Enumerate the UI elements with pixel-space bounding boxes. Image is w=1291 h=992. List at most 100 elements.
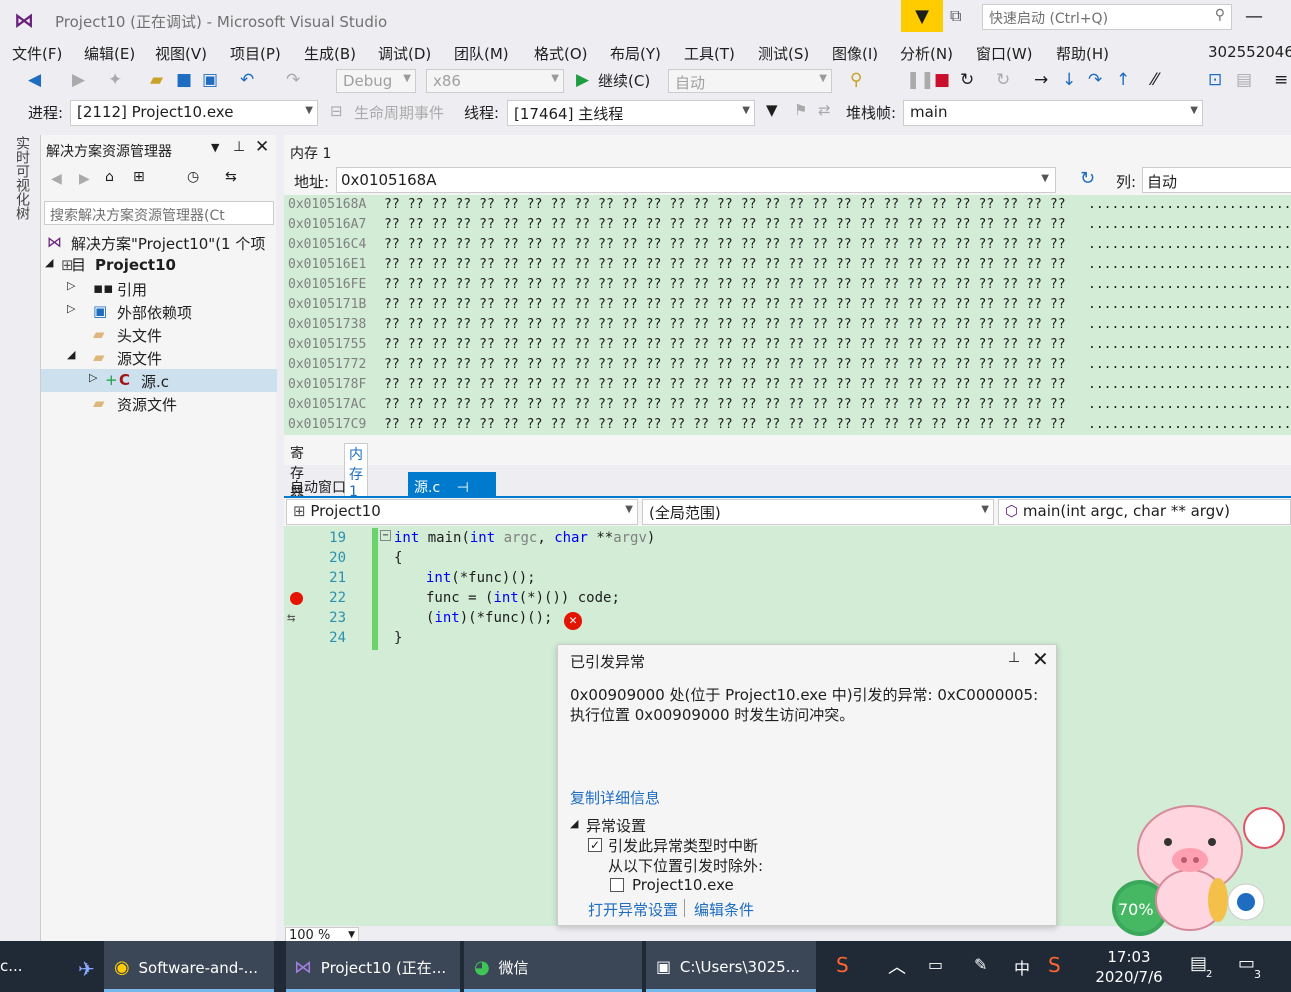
menu-layout[interactable]: 布局(Y) xyxy=(610,43,661,64)
taskbar-wechat[interactable]: ◕ 微信 xyxy=(464,941,642,992)
tree-item-source-c[interactable]: ▷ + C 源.c xyxy=(41,369,277,392)
open-exception-settings-link[interactable]: 打开异常设置 xyxy=(588,899,678,920)
menu-tools[interactable]: 工具(T) xyxy=(684,43,735,64)
back-icon[interactable]: ◀ xyxy=(51,171,62,187)
overflow-icon[interactable]: ≡ xyxy=(1274,70,1288,90)
thread-dropdown[interactable]: [17464] 主线程 ▼ xyxy=(507,100,755,126)
memory-row[interactable]: 0x01051772 ?? ?? ?? ?? ?? ?? ?? ?? ?? ?? … xyxy=(284,355,1291,375)
toggle-icon[interactable]: ⇄ xyxy=(818,101,831,119)
menu-window[interactable]: 窗口(W) xyxy=(976,43,1033,64)
columns-dropdown[interactable]: 自动 xyxy=(1142,167,1291,193)
memory-row[interactable]: 0x0105178F ?? ?? ?? ?? ?? ?? ?? ?? ?? ?? … xyxy=(284,375,1291,395)
tree-item-references[interactable]: ▷ ▪▪ 引用 xyxy=(41,277,277,300)
menu-help[interactable]: 帮助(H) xyxy=(1056,43,1109,64)
threads-icon[interactable]: ▤ xyxy=(1236,70,1252,90)
menu-test[interactable]: 测试(S) xyxy=(758,43,809,64)
pin-icon[interactable]: ⊥ xyxy=(233,139,245,155)
expand-icon[interactable]: ▷ xyxy=(67,279,75,292)
sogou-icon[interactable]: Ѕ xyxy=(836,941,849,992)
tree-item-solution[interactable]: ⋈ 解决方案"Project10"(1 个项目 xyxy=(41,231,277,274)
memory-row[interactable]: 0x01051738 ?? ?? ?? ?? ?? ?? ?? ?? ?? ?? … xyxy=(284,315,1291,335)
tab-source-c[interactable]: 源.c ⊣ ✕ xyxy=(408,472,496,513)
menu-format[interactable]: 格式(O) xyxy=(534,43,588,64)
find-icon[interactable]: ⚲ xyxy=(850,70,862,90)
stop-icon[interactable]: ■ xyxy=(934,70,950,90)
memory-row[interactable]: 0x010516E1 ?? ?? ?? ?? ?? ?? ?? ?? ?? ?? … xyxy=(284,255,1291,275)
collapse-icon[interactable]: ◢ xyxy=(45,256,53,269)
expand-icon[interactable]: ▷ xyxy=(89,371,97,384)
continue-button[interactable]: 继续(C) xyxy=(598,70,650,91)
taskbar-chrome[interactable]: ◉ Software-and-... xyxy=(104,941,274,992)
message-icon[interactable]: ▤ xyxy=(1190,941,1207,992)
configuration-dropdown[interactable]: Debug ▼ xyxy=(336,69,416,93)
tree-item-header-files[interactable]: ▰ 头文件 xyxy=(41,323,277,346)
memory-row[interactable]: 0x010517AC ?? ?? ?? ?? ?? ?? ?? ?? ?? ?? … xyxy=(284,395,1291,415)
memory-row[interactable]: 0x01051755 ?? ?? ?? ?? ?? ?? ?? ?? ?? ?? … xyxy=(284,335,1291,355)
editor-gutter[interactable]: ⇆ 19 20 21 22 23 24 xyxy=(284,526,372,926)
address-input[interactable]: 0x0105168A ▼ xyxy=(336,167,1056,193)
feedback-icon[interactable]: ⧉ xyxy=(950,6,974,28)
live-visual-tree-tab[interactable]: 实时可视化树 xyxy=(10,136,32,236)
breakpoint-icon[interactable] xyxy=(290,592,303,605)
sogou-tray-icon[interactable]: Ѕ xyxy=(1048,941,1061,992)
undo-icon[interactable]: ↶ xyxy=(240,70,254,90)
scope-dropdown[interactable]: (全局范围) ▼ xyxy=(642,499,994,525)
filter-icon[interactable]: ▼ xyxy=(766,101,778,119)
collapse-icon[interactable]: ◢ xyxy=(570,817,578,830)
pin-icon[interactable]: ⊣ xyxy=(457,480,469,496)
step-out-icon[interactable]: ↑ xyxy=(1116,70,1130,90)
solution-search-input[interactable]: 搜索解决方案资源管理器(Ct xyxy=(44,201,274,225)
show-next-statement-icon[interactable]: → xyxy=(1034,70,1048,90)
restart-icon[interactable]: ↻ xyxy=(960,70,974,90)
menu-file[interactable]: 文件(F) xyxy=(12,43,62,64)
memory-row[interactable]: 0x010517C9 ?? ?? ?? ?? ?? ?? ?? ?? ?? ?? … xyxy=(284,415,1291,435)
platform-dropdown[interactable]: x86 ▼ xyxy=(426,69,564,93)
step-over-icon[interactable]: ↷ xyxy=(1088,70,1102,90)
hex-display-icon[interactable]: ⁄⁄ xyxy=(1152,70,1158,90)
memory-row[interactable]: 0x010516FE ?? ?? ?? ?? ?? ?? ?? ?? ?? ?? … xyxy=(284,275,1291,295)
memory-row[interactable]: 0x010516C4 ?? ?? ?? ?? ?? ?? ?? ?? ?? ?? … xyxy=(284,235,1291,255)
refresh-icon[interactable]: ↻ xyxy=(1080,168,1095,189)
battery-icon[interactable]: ▭ xyxy=(928,941,943,992)
taskbar-cmd[interactable]: ▣ C:\Users\3025... xyxy=(646,941,816,992)
tree-item-resource-files[interactable]: ▰ 资源文件 xyxy=(41,392,277,415)
tab-autos[interactable]: 自动窗口 xyxy=(284,472,352,498)
menu-team[interactable]: 团队(M) xyxy=(454,43,509,64)
forward-icon[interactable]: ▶ xyxy=(79,171,90,187)
menu-debug[interactable]: 调试(D) xyxy=(378,43,431,64)
menu-project[interactable]: 项目(P) xyxy=(230,43,281,64)
ime-indicator[interactable]: 中 xyxy=(1014,941,1030,992)
dropdown-icon[interactable]: ▼ xyxy=(211,141,219,154)
save-icon[interactable]: ■ xyxy=(176,70,192,90)
edit-conditions-link[interactable]: 编辑条件 xyxy=(694,899,754,920)
notification-filter-icon[interactable]: ▼ xyxy=(901,0,943,32)
memory-row[interactable]: 0x0105168A ?? ?? ?? ?? ?? ?? ?? ?? ?? ?? … xyxy=(284,195,1291,215)
pen-icon[interactable]: ✎ xyxy=(974,941,987,992)
function-dropdown[interactable]: ⬡ main(int argc, char ** argv) xyxy=(998,499,1291,525)
minimize-button[interactable]: — xyxy=(1245,6,1263,27)
collapse-icon[interactable]: ◢ xyxy=(67,348,75,361)
pending-changes-icon[interactable]: ◷ xyxy=(187,169,199,185)
step-into-icon[interactable]: ↓ xyxy=(1062,70,1076,90)
tree-item-external-deps[interactable]: ▷ ▣ 外部依赖项 xyxy=(41,300,277,323)
memory-row[interactable]: 0x0105171B ?? ?? ?? ?? ?? ?? ?? ?? ?? ?? … xyxy=(284,295,1291,315)
chevron-down-icon[interactable]: ▼ xyxy=(1041,173,1049,184)
lifecycle-events-button[interactable]: 生命周期事件 xyxy=(354,102,444,123)
home-icon[interactable]: ⌂ xyxy=(105,169,114,185)
open-file-icon[interactable]: ▰ xyxy=(150,70,163,90)
clock[interactable]: 17:03 2020/7/6 xyxy=(1090,947,1168,987)
apply-code-changes-icon[interactable]: ↻ xyxy=(996,70,1010,90)
save-all-icon[interactable]: ▣ xyxy=(202,70,218,90)
continue-icon[interactable]: ▶ xyxy=(576,70,589,90)
close-icon[interactable]: ✕ xyxy=(255,137,269,157)
error-icon[interactable]: ✕ xyxy=(564,612,582,630)
taskbar-feishu[interactable]: ✈ xyxy=(48,941,98,992)
user-id[interactable]: 302552046 xyxy=(1208,43,1291,61)
menu-analyze[interactable]: 分析(N) xyxy=(900,43,953,64)
pause-icon[interactable]: ❚❚ xyxy=(906,70,935,90)
breakpoint-window-icon[interactable]: ⊡ xyxy=(1208,70,1222,90)
switch-views-icon[interactable]: ⊞ xyxy=(133,169,145,185)
floating-assistant[interactable]: 70% xyxy=(1100,780,1290,940)
module-checkbox[interactable] xyxy=(610,878,624,892)
taskbar-item-0[interactable]: c... xyxy=(0,941,36,992)
